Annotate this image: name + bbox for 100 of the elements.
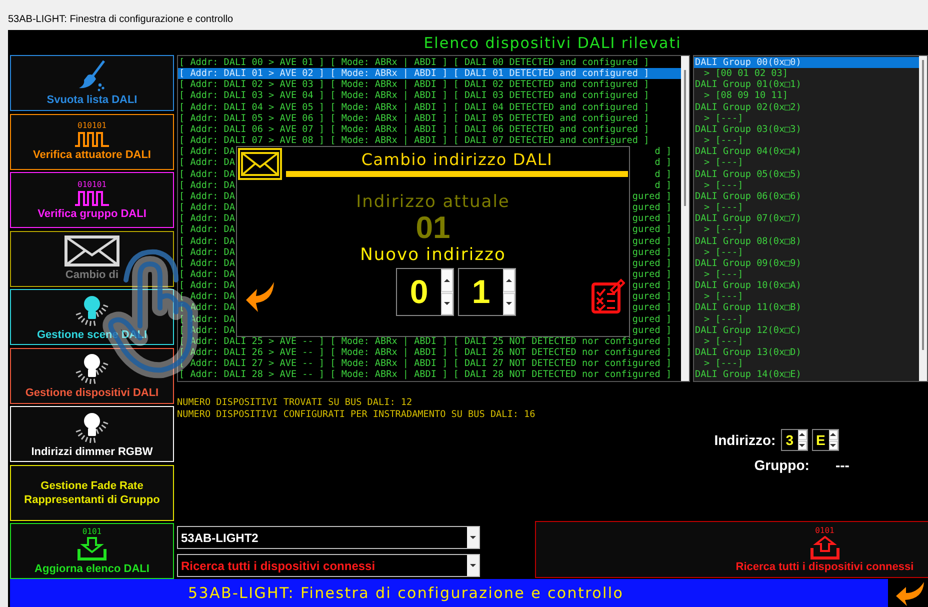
log-row-end[interactable]: gured ] [632,190,672,202]
log-row-end[interactable]: d ] [654,157,672,169]
log-row[interactable]: [ Addr: DALI 05 > AVE 06 ] [ Mode: ABRx | ABDI ] [ DALI 05 DETECTED and configured ] [178,112,681,124]
group-row[interactable]: DALI Group 06(0x□6) [694,190,919,202]
spin-up-button[interactable] [503,269,515,292]
spin-down-button[interactable] [503,292,515,315]
spin-down-button[interactable] [828,440,838,450]
group-members: > [---] [703,336,744,348]
sidebar-button[interactable]: Gestione dispositivi DALI [10,348,174,404]
log-row-end[interactable]: gured ] [632,224,672,236]
log-row-start[interactable]: [ Addr: DA [179,146,235,158]
group-value: --- [835,457,850,473]
log-row[interactable]: [ Addr: DALI 26 > AVE -- ] [ Mode: ABRx | ABDI ] [ DALI 26 NOT DETECTED nor configured ] [178,347,681,358]
log-row-start[interactable]: [ Addr: DA [179,224,235,236]
group-members: > [---] [703,224,744,236]
search-devices-button[interactable]: 0101 Ricerca tutti i dispositivi connessi [535,521,928,578]
log-row[interactable]: [ Addr: DALI 07 > AVE 08 ] [ Mode: ABRx | ABDI ] [ DALI 07 DETECTED and configured ] [178,135,681,146]
log-row-end[interactable]: d ] [654,180,672,191]
group-row[interactable]: DALI Group 02(0x□2) [694,102,919,113]
sidebar-button[interactable]: 010101 Verifica attuatore DALI [10,114,174,170]
group-members: > [---] [703,135,744,146]
log-row-end[interactable]: gured ] [632,314,672,325]
log-row-end[interactable]: gured ] [632,236,672,247]
log-row-end[interactable]: gured ] [632,268,672,280]
current-address-label: Indirizzo attuale [356,192,510,212]
log-row[interactable]: [ Addr: DALI 27 > AVE -- ] [ Mode: ABRx | ABDI ] [ DALI 27 NOT DETECTED nor configured ] [178,358,681,370]
group-members: > [---] [703,291,744,302]
log-row-end[interactable]: d ] [654,168,672,180]
sidebar-button[interactable]: Cambio di [10,230,174,286]
log-row-start[interactable]: [ Addr: DA [179,168,235,180]
log-row-end[interactable]: gured ] [632,291,672,302]
group-row[interactable]: DALI Group 03(0x□3) [694,124,919,136]
group-row[interactable]: DALI Group 05(0x□5) [694,168,919,180]
digit-spinner[interactable]: 0 [396,268,454,316]
status-bar: 53AB-LIGHT: Finestra di configurazione e controllo [10,579,888,607]
log-row-end[interactable]: gured ] [632,258,672,269]
dropdown[interactable]: Ricerca tutti i dispositivi connessi [177,554,480,577]
log-row[interactable]: [ Addr: DALI 04 > AVE 05 ] [ Mode: ABRx | ABDI ] [ DALI 04 DETECTED and configured ] [178,102,681,113]
log-row-start[interactable]: [ Addr: DA [179,268,235,280]
sidebar-button[interactable]: 010101 Verifica gruppo DALI [10,172,174,228]
log-row[interactable]: [ Addr: DALI 06 > AVE 07 ] [ Mode: ABRx | ABDI ] [ DALI 06 DETECTED and configured ] [178,124,681,136]
log-row-start[interactable]: [ Addr: DA [179,202,235,214]
log-row-start[interactable]: [ Addr: DA [179,258,235,269]
dropdown[interactable]: 53AB-LIGHT2 [177,526,480,549]
log-row-start[interactable]: [ Addr: DA [179,280,235,292]
log-row-start[interactable]: [ Addr: DA [179,236,235,247]
group-members: > [---] [703,314,744,325]
log-row-end[interactable]: gured ] [632,202,672,214]
log-row-end[interactable]: d ] [654,146,672,158]
log-row[interactable]: [ Addr: DALI 01 > AVE 02 ] [ Mode: ABRx | ABDI ] [ DALI 01 DETECTED and configured ] [178,68,681,80]
digit-spinner[interactable]: E [812,429,839,451]
group-row[interactable]: DALI Group 14(0x□E) [694,369,919,381]
group-row[interactable]: DALI Group 01(0x□1) [694,79,919,90]
log-row-end[interactable]: gured ] [632,302,672,314]
group-label: Gruppo: [754,457,810,473]
digit-spinner[interactable]: 1 [458,268,516,316]
log-row[interactable]: [ Addr: DALI 02 > AVE 03 ] [ Mode: ABRx | ABDI ] [ DALI 02 DETECTED and configured ] [178,79,681,90]
group-members: > [---] [703,180,744,191]
spin-up-button[interactable] [441,269,453,292]
log-row-end[interactable]: gured ] [632,246,672,258]
sidebar-button[interactable]: Svuota lista DALI [10,55,174,111]
spin-down-button[interactable] [441,292,453,315]
log-row-end[interactable]: gured ] [632,324,672,336]
group-row[interactable]: DALI Group 00(0x□0) [694,57,919,68]
group-row[interactable]: DALI Group 08(0x□8) [694,236,919,247]
square-wave-icon [74,131,110,147]
group-members: > [---] [703,202,744,214]
sidebar-button[interactable]: Indirizzi dimmer RGBW [10,406,174,462]
sidebar-button[interactable]: 0101 Aggiorna elenco DALI [10,523,174,579]
digit-spinner[interactable]: 3 [780,429,808,451]
window-title: 53AB-LIGHT: Finestra di configurazione e controllo [8,14,234,25]
envelope-icon [64,235,120,267]
log-row-start[interactable]: [ Addr: DA [179,180,235,191]
log-row-start[interactable]: [ Addr: DA [179,246,235,258]
group-row[interactable]: DALI Group 12(0x□C) [694,324,919,336]
spin-down-button[interactable] [798,440,807,450]
group-members: > [08 09 10 11] [703,90,789,102]
log-row[interactable]: [ Addr: DALI 03 > AVE 04 ] [ Mode: ABRx | ABDI ] [ DALI 03 DETECTED and configured ] [178,90,681,102]
log-row-start[interactable]: [ Addr: DA [179,213,235,224]
log-row-end[interactable]: gured ] [632,280,672,292]
group-row[interactable]: DALI Group 09(0x□9) [694,258,919,269]
group-row[interactable]: DALI Group 10(0x□A) [694,280,919,292]
spin-up-button[interactable] [798,430,807,440]
sidebar-button[interactable]: Gestione Fade Rate Rappresentanti di Gruppo [10,464,174,520]
broom-icon [77,60,107,92]
log-row[interactable]: [ Addr: DALI 00 > AVE 01 ] [ Mode: ABRx | ABDI ] [ DALI 00 DETECTED and configured ] [178,57,681,68]
log-row-end[interactable]: gured ] [632,213,672,224]
current-address-value: 01 [416,212,450,244]
back-arrow-icon [245,281,275,313]
group-row[interactable]: DALI Group 04(0x□4) [694,146,919,158]
log-row-start[interactable]: [ Addr: DA [179,190,235,202]
group-row[interactable]: DALI Group 11(0x□B) [694,302,919,314]
spin-up-button[interactable] [828,430,838,440]
log-row-start[interactable]: [ Addr: DA [179,302,235,314]
group-members: > [---] [703,157,744,169]
log-row-start[interactable]: [ Addr: DA [179,291,235,302]
group-row[interactable]: DALI Group 13(0x□D) [694,347,919,358]
group-row[interactable]: DALI Group 07(0x□7) [694,213,919,224]
log-row-start[interactable]: [ Addr: DA [179,157,235,169]
log-row[interactable]: [ Addr: DALI 28 > AVE -- ] [ Mode: ABRx | ABDI ] [ DALI 28 NOT DETECTED nor configured ] [178,369,681,381]
